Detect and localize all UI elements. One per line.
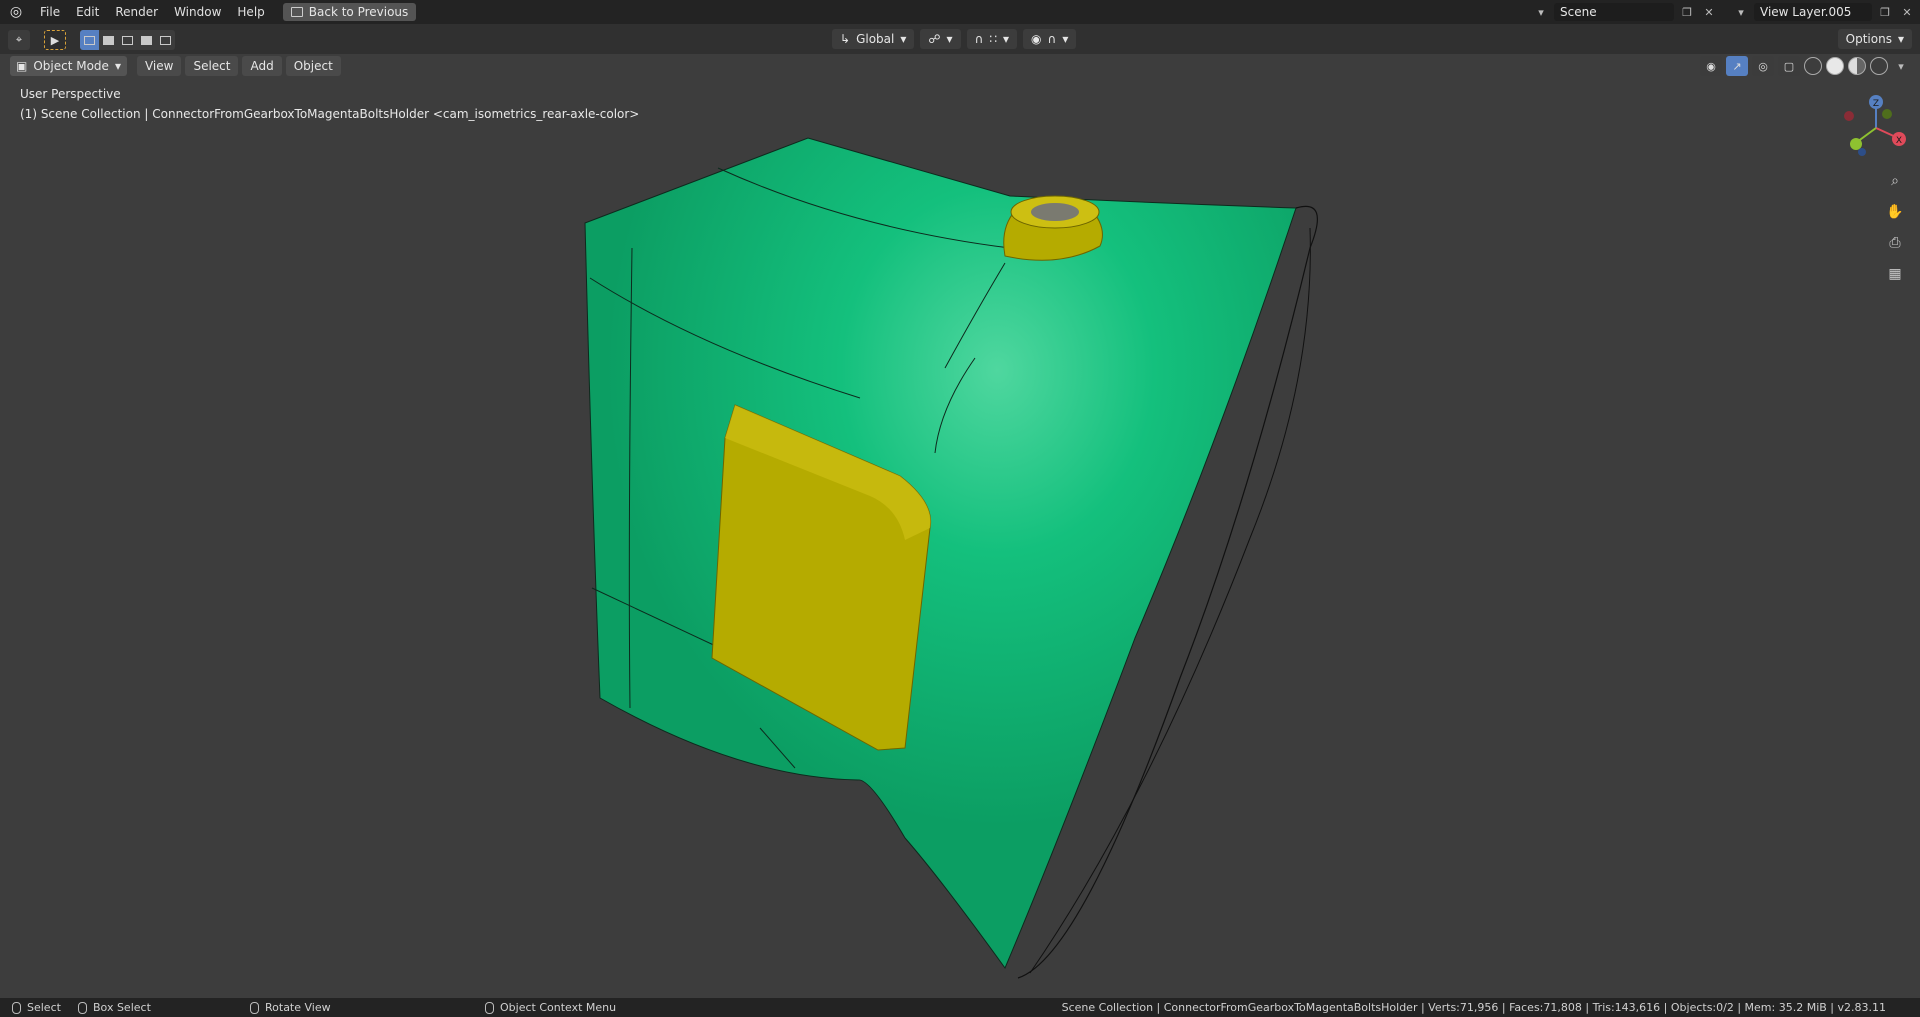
object-mode-dropdown[interactable]: ▣ Object Mode ▾	[10, 56, 127, 76]
view-menu[interactable]: View	[136, 56, 182, 76]
delete-view-layer-icon[interactable]: ✕	[1898, 3, 1916, 21]
wireframe-shading-icon[interactable]	[1804, 57, 1822, 75]
screen-icon	[290, 7, 303, 17]
mouse-middle-icon	[250, 1001, 259, 1014]
back-to-previous-button[interactable]: Back to Previous	[282, 3, 417, 21]
proportional-icon: ◉	[1031, 32, 1042, 46]
status-bar: Select Box Select Rotate View Object Con…	[0, 998, 1920, 1017]
viewport-perspective-label: User Perspective	[20, 87, 121, 101]
orientation-gizmo[interactable]: Z X	[1832, 90, 1912, 162]
new-scene-icon[interactable]: ❐	[1678, 3, 1696, 21]
object-menu[interactable]: Object	[285, 56, 341, 76]
view-layer-field[interactable]: View Layer.005	[1754, 3, 1872, 21]
gizmo-toggle-icon[interactable]: ↗	[1726, 56, 1748, 76]
view-layer-selector-icon[interactable]: ▾	[1732, 3, 1750, 21]
xray-icon[interactable]: ▢	[1778, 56, 1800, 76]
status-rotate-view-label: Rotate View	[265, 1001, 331, 1014]
chevron-down-icon: ▾	[946, 32, 953, 46]
pivot-icon: ☍	[928, 32, 941, 46]
select-new-icon[interactable]	[80, 30, 99, 50]
scene-stats: Scene Collection | ConnectorFromGearboxT…	[1061, 1001, 1886, 1014]
green-connector-body[interactable]	[584, 137, 1297, 970]
mouse-right-icon	[485, 1001, 494, 1014]
object-mode-icon: ▣	[16, 59, 28, 73]
back-to-previous-label: Back to Previous	[308, 5, 409, 19]
select-tool-icon[interactable]: ▶	[44, 30, 66, 50]
select-subtract-icon[interactable]	[118, 30, 137, 50]
pivot-point-dropdown[interactable]: ☍ ▾	[920, 29, 961, 49]
snap-grid-icon: ∷	[989, 32, 997, 46]
mouse-left-icon	[12, 1001, 21, 1014]
editor-type-icon[interactable]: ⌖	[8, 30, 30, 50]
top-right-controls: ▾ Scene ❐ ✕ ▾ View Layer.005 ❐ ✕	[1532, 0, 1920, 24]
add-menu[interactable]: Add	[242, 56, 282, 76]
status-rotate-view: Rotate View	[250, 1001, 331, 1014]
chevron-down-icon: ▾	[114, 59, 121, 73]
chevron-down-icon: ▾	[1897, 32, 1904, 46]
mouse-drag-icon	[78, 1001, 87, 1014]
falloff-icon: ∩	[1047, 32, 1057, 46]
3d-viewport[interactable]	[0, 78, 1920, 998]
snap-dropdown[interactable]: ∩ ∷ ▾	[966, 29, 1018, 49]
scene-name-field[interactable]: Scene	[1554, 3, 1674, 21]
orientation-icon: ↳	[840, 32, 851, 46]
ortho-grid-icon[interactable]: ▦	[1882, 261, 1908, 287]
menu-render[interactable]: Render	[107, 2, 166, 22]
yellow-top-boss[interactable]	[1003, 195, 1103, 261]
gizmo-neg-x-dot[interactable]	[1844, 111, 1854, 121]
transform-orientation-dropdown[interactable]: ↳ Global ▾	[832, 29, 915, 49]
menu-file[interactable]: File	[32, 2, 68, 22]
gizmo-x-label: X	[1896, 136, 1902, 146]
menu-help[interactable]: Help	[229, 2, 272, 22]
status-context-menu: Object Context Menu	[485, 1001, 616, 1014]
delete-scene-icon[interactable]: ✕	[1700, 3, 1718, 21]
rendered-shading-icon[interactable]	[1870, 57, 1888, 75]
object-mode-label: Object Mode	[33, 59, 109, 73]
status-select: Select	[12, 1001, 61, 1014]
camera-view-icon[interactable]: ⎙	[1882, 230, 1908, 256]
select-invert-icon[interactable]	[137, 30, 156, 50]
gizmo-neg-y-dot[interactable]	[1882, 109, 1892, 119]
chevron-down-icon: ▾	[1062, 32, 1069, 46]
zoom-view-icon[interactable]: ⌕	[1882, 168, 1908, 194]
viewport-collection-label: (1) Scene Collection | ConnectorFromGear…	[20, 107, 640, 121]
gizmo-z-label: Z	[1873, 99, 1879, 109]
magnet-icon: ∩	[974, 32, 984, 46]
options-dropdown[interactable]: Options ▾	[1837, 29, 1912, 49]
blender-logo-icon[interactable]: ◎	[0, 0, 32, 24]
scene-selector-icon[interactable]: ▾	[1532, 3, 1550, 21]
shading-options-icon[interactable]: ▾	[1892, 57, 1910, 75]
status-select-label: Select	[27, 1001, 61, 1014]
select-menu[interactable]: Select	[185, 56, 239, 76]
chevron-down-icon: ▾	[900, 32, 907, 46]
viewport-header: ▣ Object Mode ▾ View Select Add Object ◉…	[0, 54, 1920, 78]
menu-window[interactable]: Window	[166, 2, 229, 22]
new-view-layer-icon[interactable]: ❐	[1876, 3, 1894, 21]
chevron-down-icon: ▾	[1003, 32, 1010, 46]
pan-hand-icon[interactable]: ✋	[1882, 199, 1908, 225]
status-box-select: Box Select	[78, 1001, 151, 1014]
select-intersect-icon[interactable]	[156, 30, 175, 50]
overlays-icon[interactable]: ◎	[1752, 56, 1774, 76]
selection-mode-group	[80, 30, 175, 50]
status-context-menu-label: Object Context Menu	[500, 1001, 617, 1014]
material-shading-icon[interactable]	[1848, 57, 1866, 75]
visibility-icon[interactable]: ◉	[1700, 56, 1722, 76]
gizmo-neg-z-dot[interactable]	[1858, 148, 1866, 156]
options-label: Options	[1845, 32, 1892, 46]
top-menu-bar: ◎ File Edit Render Window Help Back to P…	[0, 0, 1920, 24]
proportional-edit-dropdown[interactable]: ◉ ∩ ▾	[1023, 29, 1077, 49]
menu-edit[interactable]: Edit	[68, 2, 107, 22]
gizmo-y-dot[interactable]	[1850, 138, 1862, 150]
orientation-label: Global	[856, 32, 895, 46]
status-box-select-label: Box Select	[93, 1001, 151, 1014]
select-extend-icon[interactable]	[99, 30, 118, 50]
tool-settings-bar: ⌖ ▶ ↳ Global ▾ ☍ ▾ ∩ ∷ ▾ ◉ ∩ ▾ Options ▾	[0, 24, 1920, 54]
solid-shading-icon[interactable]	[1826, 57, 1844, 75]
